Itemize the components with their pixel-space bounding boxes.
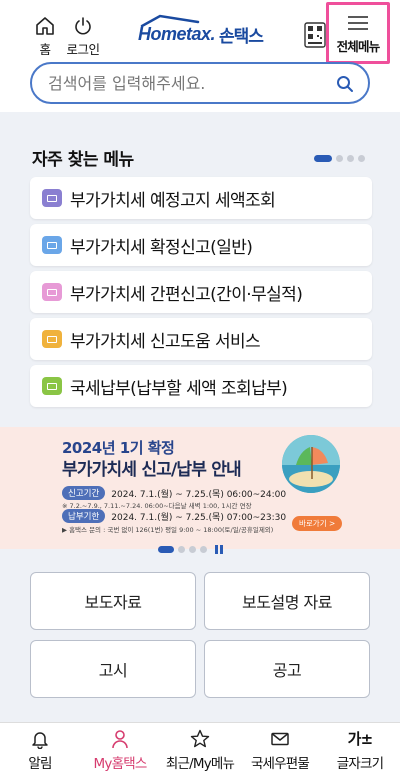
favorite-menu-label: 부가가치세 예정고지 세액조회	[70, 190, 276, 211]
contact-note: ▶ 홈택스 문의 : 국번 없이 126(1번) 평일 9:00 ~ 18:00…	[62, 526, 274, 534]
nav-my-hometax-label: My홈택스	[93, 756, 148, 772]
login-label: 로그인	[66, 42, 100, 57]
beach-illustration-icon	[282, 435, 340, 493]
nav-recent-label: 최근/My메뉴	[165, 756, 235, 772]
favorite-menu-label: 국세납부(납부할 세액 조회납부)	[70, 378, 288, 399]
home-icon	[36, 17, 54, 35]
nav-tax-mail[interactable]: 국세우편물	[240, 723, 320, 776]
pager-dot[interactable]	[200, 546, 207, 553]
font-size-icon: 가±	[347, 730, 374, 748]
star-icon	[190, 729, 210, 748]
favorites-title: 자주 찾는 메뉴	[32, 150, 134, 170]
due-badge: 납부기한	[62, 509, 106, 523]
favorite-menu-label: 부가가치세 간편신고(간이·무실적)	[70, 284, 303, 305]
notice-button[interactable]: 고시	[30, 640, 196, 698]
period-badge: 신고기간	[62, 486, 106, 500]
screen-icon	[42, 330, 62, 348]
search-bar	[30, 62, 370, 104]
pager-dot[interactable]	[189, 546, 196, 553]
nav-recent-menu[interactable]: 최근/My메뉴	[160, 723, 240, 776]
favorite-menu-item[interactable]: 부가가치세 신고도움 서비스	[30, 318, 372, 360]
search-input[interactable]	[48, 73, 318, 93]
pager-dot-active[interactable]	[158, 546, 174, 553]
qr-code-icon[interactable]	[304, 22, 326, 48]
logo-text-ko: 손택스	[219, 27, 264, 47]
person-icon	[112, 730, 128, 749]
vat-notice-banner[interactable]: 2024년 1기 확정 부가가치세 신고/납부 안내 신고기간 2024. 7.…	[0, 427, 400, 549]
press-explanation-button[interactable]: 보도설명 자료	[204, 572, 370, 630]
favorite-menu-item[interactable]: 부가가치세 예정고지 세액조회	[30, 177, 372, 219]
nav-alerts-label: 알림	[28, 756, 52, 772]
favorites-pager[interactable]	[314, 155, 365, 162]
nav-my-hometax[interactable]: My홈택스	[80, 723, 160, 776]
bell-icon	[32, 732, 48, 749]
favorite-menu-item[interactable]: 부가가치세 확정신고(일반)	[30, 224, 372, 266]
period-value: 2024. 7.1.(월) ~ 7.25.(목) 06:00~24:00	[111, 489, 287, 500]
screen-icon	[42, 377, 62, 395]
screen-icon	[42, 283, 62, 301]
full-menu-label: 전체메뉴	[336, 39, 381, 54]
login-button[interactable]: 로그인	[62, 16, 104, 58]
favorite-menu-item[interactable]: 국세납부(납부할 세액 조회납부)	[30, 365, 372, 407]
favorite-menu-label: 부가가치세 확정신고(일반)	[70, 237, 253, 258]
power-icon	[75, 17, 91, 35]
banner-pager[interactable]	[158, 545, 225, 554]
logo-text-en: Hometax.	[138, 24, 216, 44]
nav-alerts[interactable]: 알림	[0, 723, 80, 776]
pager-dot[interactable]	[347, 155, 354, 162]
screen-icon	[42, 236, 62, 254]
due-value: 2024. 7.1.(월) ~ 7.25.(목) 07:00~23:30	[111, 512, 287, 523]
pager-dot[interactable]	[336, 155, 343, 162]
favorite-menu-item[interactable]: 부가가치세 간편신고(간이·무실적)	[30, 271, 372, 313]
nav-mail-label: 국세우편물	[250, 756, 310, 772]
banner-go-button[interactable]: 바로가기 >	[292, 516, 343, 531]
full-menu-button[interactable]: 전체메뉴	[326, 2, 390, 64]
search-icon[interactable]	[336, 75, 354, 93]
banner-period-row: 신고기간 2024. 7.1.(월) ~ 7.25.(목) 06:00~24:0…	[62, 486, 286, 500]
pager-dot-active[interactable]	[314, 155, 332, 162]
press-release-button[interactable]: 보도자료	[30, 572, 196, 630]
header: 홈 로그인 Hometax. 손택스 전체메뉴	[0, 0, 400, 112]
nav-font-size-label: 글자크기	[336, 756, 384, 772]
announcement-button[interactable]: 공고	[204, 640, 370, 698]
pager-dot[interactable]	[358, 155, 365, 162]
hometax-logo[interactable]: Hometax. 손택스	[138, 22, 264, 47]
pager-dot[interactable]	[178, 546, 185, 553]
home-button[interactable]: 홈	[30, 16, 60, 58]
banner-title-2: 부가가치세 신고/납부 안내	[62, 460, 242, 480]
home-label: 홈	[39, 42, 51, 57]
bottom-nav: 알림 My홈택스 최근/My메뉴 국세우편물 가± 글자크기	[0, 722, 400, 776]
nav-font-size[interactable]: 가± 글자크기	[320, 723, 400, 776]
pause-icon[interactable]	[215, 545, 225, 554]
hamburger-icon	[348, 16, 368, 30]
mail-icon	[271, 732, 289, 746]
banner-due-row: 납부기한 2024. 7.1.(월) ~ 7.25.(목) 07:00~23:3…	[62, 509, 286, 523]
screen-icon	[42, 189, 62, 207]
favorite-menu-label: 부가가치세 신고도움 서비스	[70, 331, 261, 352]
